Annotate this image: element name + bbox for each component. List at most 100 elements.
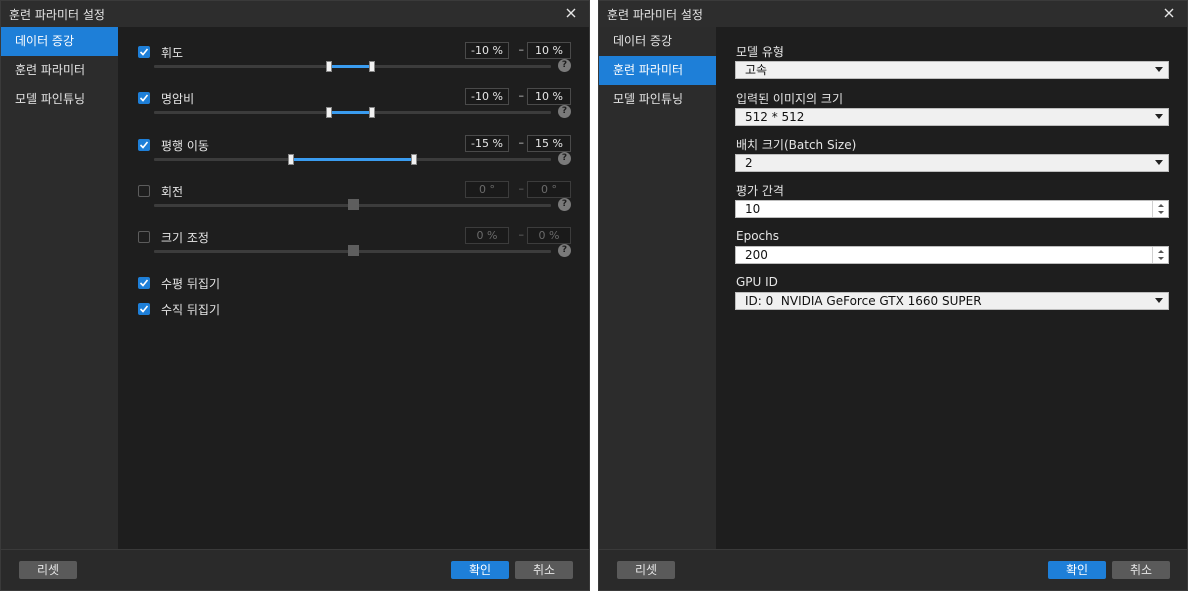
spin-down-icon[interactable] <box>1158 257 1164 260</box>
input-size-label: 입력된 이미지의 크기 <box>736 92 843 106</box>
slider-min-handle[interactable] <box>325 61 332 72</box>
brightness-min-input[interactable]: -10 % <box>465 42 509 59</box>
help-icon[interactable]: ? <box>558 59 571 72</box>
epochs-spinbox[interactable]: 200 <box>735 246 1169 264</box>
checkmark-icon <box>139 279 149 287</box>
slider-min-handle[interactable] <box>325 107 332 118</box>
spin-buttons[interactable] <box>1152 201 1168 217</box>
reset-button[interactable]: 리셋 <box>19 561 77 579</box>
model-type-select[interactable]: 고속 <box>735 61 1169 79</box>
sidebar-item-data-augmentation[interactable]: 데이터 증강 <box>599 27 716 56</box>
checkmark-icon <box>139 48 149 56</box>
scale-max-input[interactable]: 0 % <box>527 227 571 244</box>
scale-min-input[interactable]: 0 % <box>465 227 509 244</box>
ok-button[interactable]: 확인 <box>451 561 509 579</box>
model-type-value: 고속 <box>745 63 768 77</box>
rotation-slider[interactable] <box>154 199 551 210</box>
input-size-select[interactable]: 512 * 512 <box>735 108 1169 126</box>
close-icon[interactable] <box>563 5 579 21</box>
cancel-button[interactable]: 취소 <box>515 561 573 579</box>
translation-min-input[interactable]: -15 % <box>465 135 509 152</box>
title-bar: 훈련 파라미터 설정 <box>599 1 1187 27</box>
dialog-augmentation: 훈련 파라미터 설정 데이터 증강 훈련 파라미터 모델 파인튜닝 휘도 -10… <box>0 0 590 591</box>
dropdown-arrow-icon <box>1155 160 1163 165</box>
slider-min-handle[interactable] <box>287 154 294 165</box>
help-icon[interactable]: ? <box>558 198 571 211</box>
title-bar: 훈련 파라미터 설정 <box>1 1 589 27</box>
augment-row-rotation: 회전 0 ° – 0 ° ? <box>138 181 571 225</box>
eval-interval-spinbox[interactable]: 10 <box>735 200 1169 218</box>
close-icon[interactable] <box>1161 5 1177 21</box>
range-separator: – <box>518 228 525 241</box>
epochs-value: 200 <box>745 248 768 262</box>
checkmark-icon <box>139 141 149 149</box>
batch-size-select[interactable]: 2 <box>735 154 1169 172</box>
range-separator: – <box>518 136 525 149</box>
translation-checkbox[interactable] <box>138 139 150 151</box>
help-icon[interactable]: ? <box>558 105 571 118</box>
translation-max-input[interactable]: 15 % <box>527 135 571 152</box>
eval-interval-value: 10 <box>745 202 761 216</box>
sidebar: 데이터 증강 훈련 파라미터 모델 파인튜닝 <box>1 27 118 551</box>
eval-interval-label: 평가 간격 <box>736 184 784 198</box>
scale-slider[interactable] <box>154 245 551 256</box>
augmentation-panel: 휘도 -10 % – 10 % ? 명암비 -10 % – 10 % ? 평행 … <box>118 27 589 551</box>
dialog-title: 훈련 파라미터 설정 <box>607 7 703 22</box>
spin-down-icon[interactable] <box>1158 211 1164 214</box>
dialog-training-parameters: 훈련 파라미터 설정 데이터 증강 훈련 파라미터 모델 파인튜닝 모델 유형 … <box>598 0 1188 591</box>
gpu-id-value: ID: 0 NVIDIA GeForce GTX 1660 SUPER <box>745 294 982 308</box>
contrast-slider[interactable] <box>154 107 551 118</box>
translation-label: 평행 이동 <box>161 139 209 153</box>
help-icon[interactable]: ? <box>558 244 571 257</box>
translation-slider[interactable] <box>154 154 551 165</box>
epochs-label: Epochs <box>736 229 779 243</box>
cancel-button[interactable]: 취소 <box>1112 561 1170 579</box>
contrast-checkbox[interactable] <box>138 92 150 104</box>
scale-checkbox[interactable] <box>138 231 150 243</box>
spin-up-icon[interactable] <box>1158 250 1164 253</box>
slider-max-handle[interactable] <box>411 154 418 165</box>
sidebar-item-model-finetuning[interactable]: 모델 파인튜닝 <box>1 85 118 114</box>
dropdown-arrow-icon <box>1155 114 1163 119</box>
rotation-checkbox[interactable] <box>138 185 150 197</box>
slider-handle[interactable] <box>347 199 359 210</box>
dialog-title: 훈련 파라미터 설정 <box>9 7 105 22</box>
spin-up-icon[interactable] <box>1158 204 1164 207</box>
batch-size-label: 배치 크기(Batch Size) <box>736 138 857 152</box>
augment-row-contrast: 명암비 -10 % – 10 % ? <box>138 88 571 132</box>
range-separator: – <box>518 182 525 195</box>
slider-max-handle[interactable] <box>369 107 376 118</box>
augment-row-translation: 평행 이동 -15 % – 15 % ? <box>138 135 571 179</box>
reset-button[interactable]: 리셋 <box>617 561 675 579</box>
gpu-id-label: GPU ID <box>736 275 778 289</box>
rotation-min-input[interactable]: 0 ° <box>465 181 509 198</box>
dropdown-arrow-icon <box>1155 298 1163 303</box>
model-type-label: 모델 유형 <box>736 45 784 59</box>
help-icon[interactable]: ? <box>558 152 571 165</box>
gpu-id-select[interactable]: ID: 0 NVIDIA GeForce GTX 1660 SUPER <box>735 292 1169 310</box>
contrast-min-input[interactable]: -10 % <box>465 88 509 105</box>
slider-handle[interactable] <box>347 245 359 256</box>
horizontal-flip-label: 수평 뒤집기 <box>161 277 221 291</box>
vertical-flip-checkbox[interactable] <box>138 303 150 315</box>
sidebar-item-training-parameters[interactable]: 훈련 파라미터 <box>1 56 118 85</box>
horizontal-flip-checkbox[interactable] <box>138 277 150 289</box>
ok-button[interactable]: 확인 <box>1048 561 1106 579</box>
sidebar-item-training-parameters[interactable]: 훈련 파라미터 <box>599 56 716 85</box>
dialog-footer: 리셋 확인 취소 <box>1 549 589 590</box>
brightness-slider[interactable] <box>154 61 551 72</box>
vertical-flip-label: 수직 뒤집기 <box>161 303 221 317</box>
checkmark-icon <box>139 305 149 313</box>
slider-max-handle[interactable] <box>369 61 376 72</box>
rotation-max-input[interactable]: 0 ° <box>527 181 571 198</box>
scale-label: 크기 조정 <box>161 231 209 245</box>
range-separator: – <box>518 89 525 102</box>
contrast-max-input[interactable]: 10 % <box>527 88 571 105</box>
sidebar-item-model-finetuning[interactable]: 모델 파인튜닝 <box>599 85 716 114</box>
spin-buttons[interactable] <box>1152 247 1168 263</box>
brightness-checkbox[interactable] <box>138 46 150 58</box>
input-size-value: 512 * 512 <box>745 110 805 124</box>
training-parameters-panel: 모델 유형 고속 입력된 이미지의 크기 512 * 512 배치 크기(Bat… <box>716 27 1187 551</box>
brightness-max-input[interactable]: 10 % <box>527 42 571 59</box>
sidebar-item-data-augmentation[interactable]: 데이터 증강 <box>1 27 118 56</box>
